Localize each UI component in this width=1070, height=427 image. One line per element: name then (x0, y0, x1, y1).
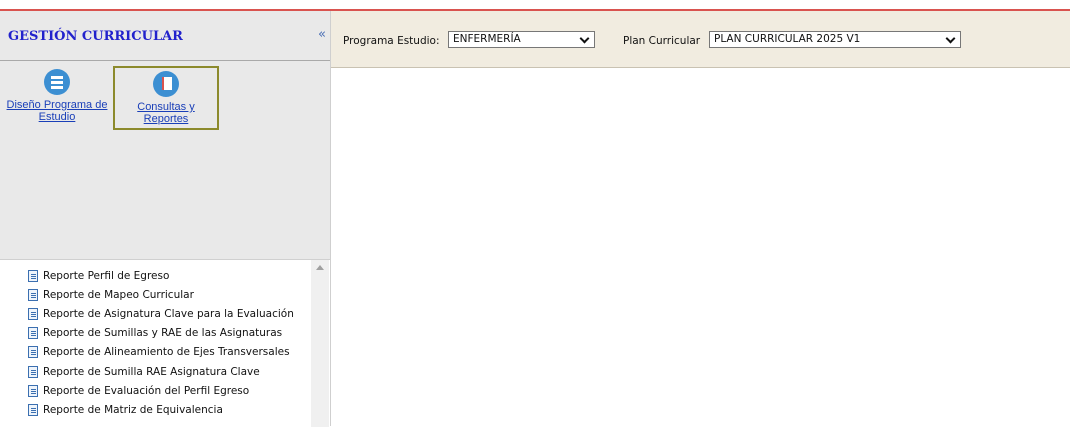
report-label: Reporte de Alineamiento de Ejes Transver… (43, 346, 290, 359)
books-icon (153, 71, 179, 97)
sidebar-header: GESTIÓN CURRICULAR « (0, 11, 330, 61)
module-consultas-reportes[interactable]: Consultas y Reportes (113, 66, 219, 130)
programa-estudio-value: ENFERMERÍA (453, 33, 521, 45)
document-icon (28, 269, 38, 282)
collapse-sidebar-button[interactable]: « (318, 27, 326, 42)
document-icon (28, 288, 38, 301)
document-icon (28, 384, 38, 397)
report-label: Reporte de Mapeo Curricular (43, 288, 194, 301)
report-item-asignatura-clave[interactable]: Reporte de Asignatura Clave para la Eval… (28, 304, 308, 323)
document-icon (28, 327, 38, 340)
report-item-evaluacion-perfil[interactable]: Reporte de Evaluación del Perfil Egreso (28, 381, 308, 400)
report-item-ejes-transversales[interactable]: Reporte de Alineamiento de Ejes Transver… (28, 343, 308, 362)
report-label: Reporte de Asignatura Clave para la Eval… (43, 307, 294, 320)
scroll-up-arrow-icon[interactable] (316, 265, 324, 270)
programa-estudio-select[interactable]: ENFERMERÍA (448, 31, 595, 48)
module-label[interactable]: Consultas y Reportes (137, 101, 194, 125)
chevron-down-icon (579, 33, 590, 44)
filter-bar: Programa Estudio: ENFERMERÍA Plan Curric… (331, 11, 1070, 68)
chevron-down-icon (945, 33, 956, 44)
list-icon (44, 69, 70, 95)
programa-estudio-label: Programa Estudio: (343, 35, 440, 47)
sidebar-title: GESTIÓN CURRICULAR (8, 29, 183, 44)
report-label: Reporte de Evaluación del Perfil Egreso (43, 384, 250, 397)
module-diseno-programa[interactable]: Diseño Programa de Estudio (4, 66, 110, 130)
report-list: Reporte Perfil de Egreso Reporte de Mape… (28, 266, 308, 420)
report-label: Reporte de Sumillas y RAE de las Asignat… (43, 327, 283, 340)
module-label[interactable]: Diseño Programa de Estudio (7, 99, 108, 123)
report-item-perfil-egreso[interactable]: Reporte Perfil de Egreso (28, 266, 308, 285)
report-list-panel: Reporte Perfil de Egreso Reporte de Mape… (0, 259, 330, 427)
report-item-sumilla-rae-clave[interactable]: Reporte de Sumilla RAE Asignatura Clave (28, 362, 308, 381)
report-label: Reporte de Sumilla RAE Asignatura Clave (43, 365, 260, 378)
report-item-mapeo-curricular[interactable]: Reporte de Mapeo Curricular (28, 285, 308, 304)
document-icon (28, 365, 38, 378)
main-content-area (331, 68, 1070, 426)
report-item-matriz-equivalencia[interactable]: Reporte de Matriz de Equivalencia (28, 400, 308, 419)
report-label: Reporte Perfil de Egreso (43, 269, 170, 282)
report-list-scrollbar[interactable] (311, 260, 329, 427)
plan-curricular-value: PLAN CURRICULAR 2025 V1 (714, 33, 861, 45)
plan-curricular-label: Plan Curricular (623, 35, 701, 47)
sidebar: GESTIÓN CURRICULAR « Diseño Programa de … (0, 11, 331, 427)
document-icon (28, 346, 38, 359)
document-icon (28, 403, 38, 416)
plan-curricular-select[interactable]: PLAN CURRICULAR 2025 V1 (709, 31, 961, 48)
report-label: Reporte de Matriz de Equivalencia (43, 403, 223, 416)
document-icon (28, 307, 38, 320)
report-item-sumillas-rae[interactable]: Reporte de Sumillas y RAE de las Asignat… (28, 324, 308, 343)
